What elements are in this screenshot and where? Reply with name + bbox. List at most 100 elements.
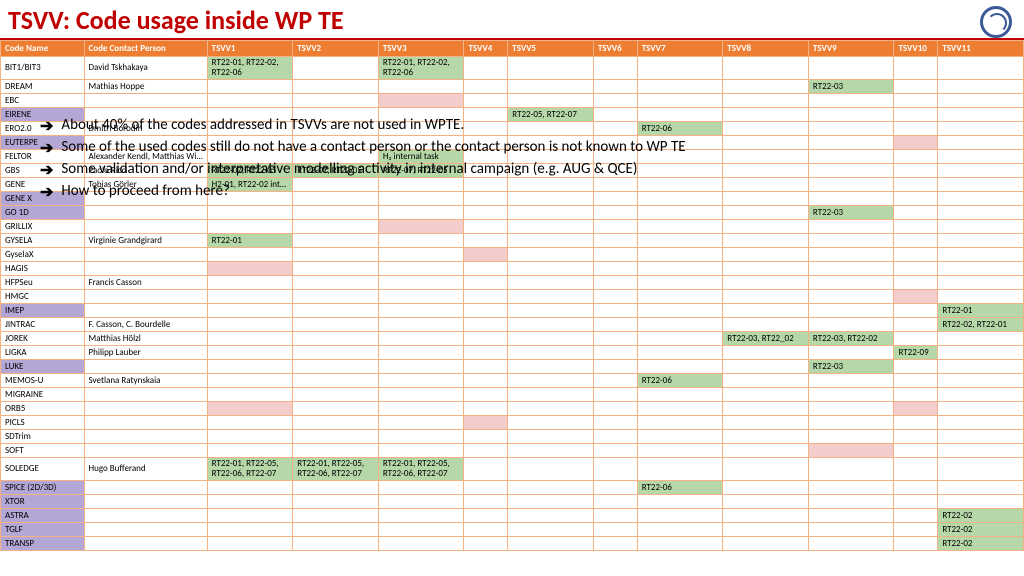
tsvv-cell xyxy=(293,387,379,401)
code-name-cell: SDTrim xyxy=(1,429,85,443)
tsvv-cell xyxy=(808,275,894,289)
table-row: EBC xyxy=(1,93,1024,107)
tsvv-cell xyxy=(508,205,594,219)
tsvv-cell xyxy=(938,57,1024,80)
contact-cell xyxy=(84,443,207,457)
tsvv-cell xyxy=(637,522,723,536)
tsvv-cell xyxy=(378,289,464,303)
contact-cell xyxy=(84,508,207,522)
tsvv-cell xyxy=(464,359,508,373)
tsvv-cell: RT22-09 xyxy=(894,345,938,359)
tsvv-cell xyxy=(723,205,809,219)
tsvv-cell xyxy=(593,289,637,303)
code-name-cell: GYSELA xyxy=(1,233,85,247)
tsvv-cell xyxy=(508,359,594,373)
tsvv-cell xyxy=(508,443,594,457)
tsvv-cell xyxy=(637,331,723,345)
col-header: TSVV2 xyxy=(293,41,379,57)
tsvv-cell: RT22-02 xyxy=(938,508,1024,522)
tsvv-cell xyxy=(723,79,809,93)
tsvv-cell xyxy=(464,247,508,261)
tsvv-cell xyxy=(207,387,293,401)
tsvv-cell xyxy=(938,205,1024,219)
tsvv-cell xyxy=(508,494,594,508)
tsvv-cell xyxy=(464,387,508,401)
tsvv-cell xyxy=(637,429,723,443)
tsvv-cell xyxy=(723,289,809,303)
tsvv-cell xyxy=(293,359,379,373)
tsvv-cell xyxy=(378,373,464,387)
tsvv-cell xyxy=(293,345,379,359)
contact-cell xyxy=(84,289,207,303)
tsvv-cell xyxy=(293,415,379,429)
tsvv-cell: RT22-01, RT22-02, RT22-06 xyxy=(207,57,293,80)
tsvv-cell xyxy=(508,57,594,80)
tsvv-cell xyxy=(207,261,293,275)
table-row: LUKERT22-03 xyxy=(1,359,1024,373)
tsvv-cell xyxy=(637,317,723,331)
tsvv-cell xyxy=(593,508,637,522)
contact-cell: Matthias Hölzl xyxy=(84,331,207,345)
tsvv-cell xyxy=(293,331,379,345)
tsvv-cell xyxy=(894,429,938,443)
table-row: MEMOS-USvetlana RatynskaiaRT22-06 xyxy=(1,373,1024,387)
tsvv-cell xyxy=(593,415,637,429)
tsvv-cell xyxy=(808,261,894,275)
tsvv-cell xyxy=(593,443,637,457)
table-row: HAGIS xyxy=(1,261,1024,275)
col-header: TSVV9 xyxy=(808,41,894,57)
tsvv-cell: RT22-02 xyxy=(938,536,1024,550)
tsvv-cell xyxy=(808,522,894,536)
tsvv-cell xyxy=(378,401,464,415)
table-row: PICLS xyxy=(1,415,1024,429)
tsvv-cell xyxy=(637,401,723,415)
tsvv-cell xyxy=(508,289,594,303)
tsvv-cell xyxy=(464,415,508,429)
tsvv-cell xyxy=(938,401,1024,415)
table-row: GyselaX xyxy=(1,247,1024,261)
tsvv-cell: RT22-01, RT22-05, RT22-06, RT22-07 xyxy=(378,457,464,480)
arrow-icon: ➔ xyxy=(40,182,53,202)
tsvv-cell xyxy=(293,443,379,457)
tsvv-cell: RT22-01 xyxy=(938,303,1024,317)
contact-cell xyxy=(84,93,207,107)
tsvv-cell xyxy=(723,522,809,536)
tsvv-cell xyxy=(508,415,594,429)
tsvv-cell xyxy=(808,480,894,494)
arrow-icon: ➔ xyxy=(40,138,53,158)
tsvv-cell xyxy=(593,219,637,233)
code-name-cell: TRANSP xyxy=(1,536,85,550)
tsvv-cell xyxy=(894,233,938,247)
contact-cell xyxy=(84,429,207,443)
tsvv-cell xyxy=(464,345,508,359)
tsvv-cell xyxy=(723,303,809,317)
tsvv-cell xyxy=(378,494,464,508)
tsvv-cell xyxy=(894,289,938,303)
code-name-cell: JINTRAC xyxy=(1,317,85,331)
tsvv-cell xyxy=(637,536,723,550)
tsvv-cell xyxy=(293,93,379,107)
tsvv-cell xyxy=(293,401,379,415)
col-header: TSVV6 xyxy=(593,41,637,57)
tsvv-cell xyxy=(637,387,723,401)
contact-cell xyxy=(84,494,207,508)
tsvv-cell xyxy=(894,219,938,233)
tsvv-cell xyxy=(293,261,379,275)
tsvv-cell xyxy=(894,79,938,93)
table-row: XTOR xyxy=(1,494,1024,508)
tsvv-cell xyxy=(508,233,594,247)
tsvv-cell xyxy=(464,480,508,494)
col-header: TSVV1 xyxy=(207,41,293,57)
tsvv-cell xyxy=(464,522,508,536)
bullet-item: ➔Some of the used codes still do not hav… xyxy=(40,138,960,158)
tsvv-cell xyxy=(464,275,508,289)
tsvv-cell xyxy=(938,345,1024,359)
tsvv-cell xyxy=(378,508,464,522)
tsvv-cell xyxy=(378,219,464,233)
tsvv-cell xyxy=(293,205,379,219)
tsvv-cell xyxy=(207,508,293,522)
table-row: BIT1/BIT3David TskhakayaRT22-01, RT22-02… xyxy=(1,57,1024,80)
tsvv-cell xyxy=(378,522,464,536)
tsvv-cell xyxy=(938,79,1024,93)
tsvv-cell xyxy=(508,429,594,443)
